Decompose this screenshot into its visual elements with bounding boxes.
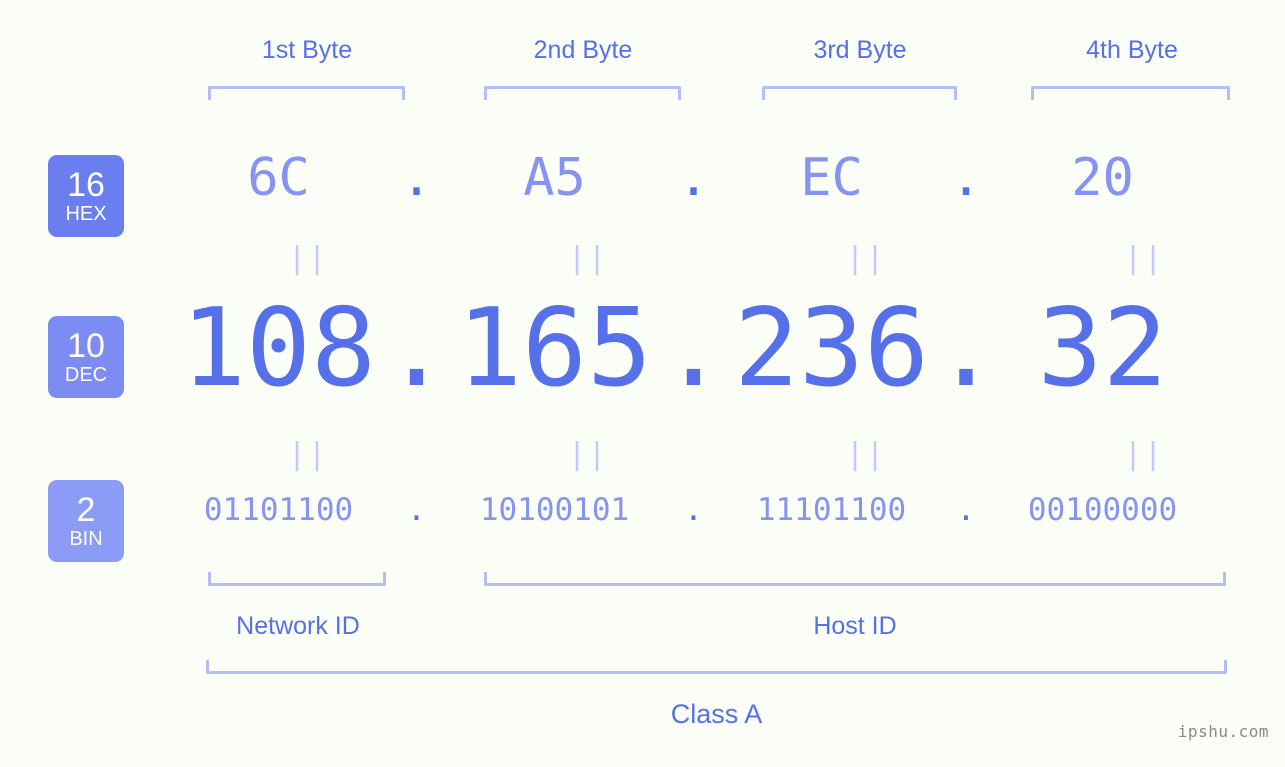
bin-separator-3: . [956,492,976,528]
dec-separator-1: . [383,286,450,411]
bin-separator-1: . [407,492,426,528]
host-id-bracket [484,572,1226,586]
equals-mark-dec-bin-4: || [1124,437,1165,472]
hex-octet-2: A5 [523,148,586,208]
byte-bracket-3 [762,86,957,100]
site-watermark: ipshu.com [1177,722,1269,741]
byte-bracket-2 [484,86,681,100]
byte-header-1: 1st Byte [261,36,353,64]
bin-octet-3: 11101100 [756,492,907,528]
base-badge-bin: 2 BIN [48,480,124,562]
base-badge-hex-abbr: HEX [65,203,107,225]
equals-mark-hex-dec-4: || [1124,241,1165,276]
dec-value-row: 108 . 165 . 236 . 32 [180,295,1255,403]
equals-mark-hex-dec-3: || [846,241,887,276]
hex-octet-1: 6C [247,148,310,208]
byte-bracket-1 [208,86,405,100]
base-badge-hex: 16 HEX [48,155,124,237]
base-badge-dec-number: 10 [67,327,105,365]
ip-address-diagram: 1st Byte 2nd Byte 3rd Byte 4th Byte 16 H… [0,0,1285,767]
bin-separator-2: . [684,492,703,528]
bin-octet-2: 10100101 [479,492,630,528]
base-badge-dec-abbr: DEC [64,364,108,386]
base-badge-dec: 10 DEC [48,316,124,398]
class-label: Class A [670,699,763,729]
dec-separator-2: . [660,286,727,411]
network-id-label: Network ID [236,612,360,640]
dec-separator-3: . [933,286,999,411]
byte-header-3: 3rd Byte [813,36,907,64]
hex-octet-3: EC [800,148,863,208]
bin-octet-1: 01101100 [203,492,354,528]
network-id-bracket [208,572,386,586]
class-bracket [206,660,1227,674]
dec-octet-2: 165 [456,286,653,411]
byte-header-2: 2nd Byte [533,36,633,64]
hex-octet-4: 20 [1071,148,1134,208]
base-badge-bin-number: 2 [76,491,96,529]
bin-value-row: 01101100 . 10100101 . 11101100 . 0010000… [180,495,1255,526]
equals-mark-hex-dec-1: || [288,241,329,276]
equals-mark-hex-dec-2: || [568,241,609,276]
dec-octet-3: 236 [734,286,930,411]
base-badge-bin-abbr: BIN [69,528,103,550]
bin-octet-4: 00100000 [1027,492,1178,528]
byte-header-4: 4th Byte [1086,36,1178,64]
host-id-label: Host ID [813,612,897,640]
equals-mark-dec-bin-2: || [568,437,609,472]
equals-mark-dec-bin-1: || [288,437,329,472]
equals-mark-dec-bin-3: || [846,437,887,472]
byte-bracket-4 [1031,86,1230,100]
hex-separator-1: . [400,148,433,208]
base-badge-hex-number: 16 [67,166,105,204]
hex-value-row: 6C . A5 . EC . 20 [180,152,1255,204]
hex-separator-3: . [950,148,982,208]
hex-separator-2: . [677,148,710,208]
dec-octet-4: 32 [1037,286,1168,411]
dec-octet-1: 108 [180,286,377,411]
